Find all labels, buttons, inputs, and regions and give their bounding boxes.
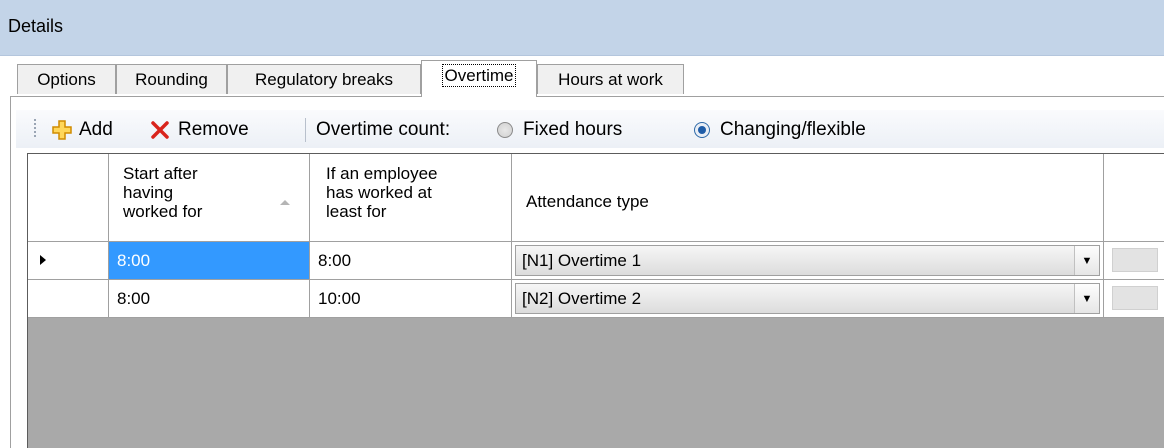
fixed-hours-radio[interactable]: Fixed hours (497, 118, 622, 142)
cell-extra-row1 (1104, 242, 1164, 280)
column-header-extra (1104, 154, 1164, 242)
column-header-attendance-type[interactable]: Attendance type (512, 154, 1104, 242)
cell-if-worked-row2[interactable]: 10:00 (310, 280, 512, 318)
extra-button-row2[interactable] (1112, 286, 1158, 310)
cell-start-after-row2[interactable]: 8:00 (109, 280, 310, 318)
cell-attendance-row1[interactable]: [N1] Overtime 1 ▼ (512, 242, 1104, 280)
tab-overtime[interactable]: Overtime (421, 60, 537, 97)
column-header-start-after[interactable]: Start after having worked for (109, 154, 310, 242)
grid-corner-header (28, 154, 109, 242)
toolbar: Add Remove Overtime count: Fixed hours C… (16, 110, 1164, 148)
remove-icon (151, 121, 169, 139)
changing-flexible-label: Changing/flexible (720, 119, 866, 140)
column-header-if-worked[interactable]: If an employee has worked at least for (310, 154, 512, 242)
changing-flexible-radio-button[interactable] (694, 122, 710, 138)
attendance-combo-row1[interactable]: [N1] Overtime 1 ▼ (515, 245, 1100, 276)
row-header-current[interactable] (28, 242, 109, 280)
tab-hours-at-work[interactable]: Hours at work (537, 64, 684, 94)
row-header[interactable] (28, 280, 109, 318)
overtime-count-label: Overtime count: (316, 119, 451, 140)
chevron-down-icon[interactable]: ▼ (1074, 284, 1099, 313)
fixed-hours-label: Fixed hours (523, 119, 623, 140)
sort-ascending-icon (280, 200, 290, 205)
extra-button-row1[interactable] (1112, 248, 1158, 272)
tab-rounding[interactable]: Rounding (116, 64, 227, 94)
overtime-grid: Start after having worked for If an empl… (27, 153, 1164, 448)
attendance-combo-row2[interactable]: [N2] Overtime 2 ▼ (515, 283, 1100, 314)
toolbar-separator (305, 118, 306, 142)
toolbar-grip[interactable] (34, 119, 36, 139)
cell-start-after-row1[interactable]: 8:00 (109, 242, 310, 280)
add-button[interactable]: Add (51, 118, 113, 142)
chevron-down-icon[interactable]: ▼ (1074, 246, 1099, 275)
cell-extra-row2 (1104, 280, 1164, 318)
add-label: Add (79, 119, 113, 140)
cell-if-worked-row1[interactable]: 8:00 (310, 242, 512, 280)
changing-flexible-radio[interactable]: Changing/flexible (694, 118, 866, 142)
fixed-hours-radio-button[interactable] (497, 122, 513, 138)
details-header: Details (0, 0, 1164, 56)
remove-label: Remove (178, 119, 249, 140)
cell-attendance-row2[interactable]: [N2] Overtime 2 ▼ (512, 280, 1104, 318)
remove-button[interactable]: Remove (149, 118, 249, 142)
tab-regulatory-breaks[interactable]: Regulatory breaks (227, 64, 421, 94)
tab-options[interactable]: Options (17, 64, 116, 94)
add-icon (52, 120, 72, 140)
current-row-arrow-icon (40, 255, 46, 265)
details-title: Details (8, 16, 64, 36)
